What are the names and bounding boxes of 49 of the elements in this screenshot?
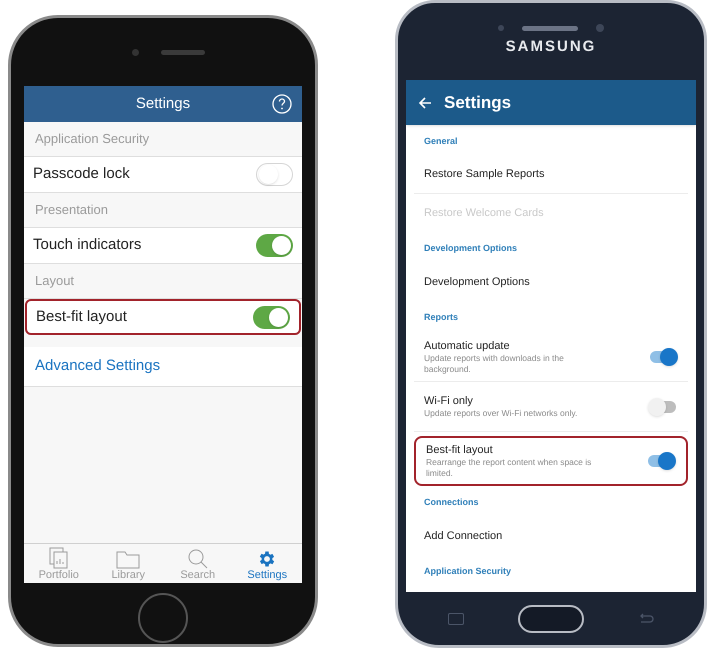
speaker-icon	[160, 50, 204, 54]
section-header: Layout	[35, 272, 74, 290]
setting-label: Automatic update	[424, 338, 511, 352]
toggle-switch[interactable]	[648, 346, 678, 366]
setting-row[interactable]: Automatic update Update reports with downloads in the background.	[414, 332, 688, 382]
section-header: Development Options	[424, 242, 518, 255]
toggle-switch[interactable]	[256, 163, 293, 186]
setting-row[interactable]: Touch indicators	[24, 228, 302, 264]
setting-row[interactable]: Best-fit layout Rearrange the report content when space is limited.	[414, 436, 688, 486]
section-header: Application Security	[424, 564, 512, 578]
setting-label: Touch indicators	[33, 235, 142, 256]
section-header: Presentation	[35, 201, 108, 220]
folder-icon	[116, 550, 140, 569]
setting-description: Update reports over Wi-Fi networks only.	[424, 408, 578, 419]
search-icon	[188, 549, 208, 569]
app-bar-title: Settings	[444, 92, 512, 114]
setting-label[interactable]: Add Connection	[424, 528, 502, 544]
section-header: Application Security	[35, 130, 150, 148]
setting-row[interactable]: Passcode lock	[24, 157, 302, 193]
speaker-icon	[522, 26, 578, 31]
setting-label: Best-fit layout	[426, 443, 494, 457]
setting-description: Rearrange the report content when space is limited.	[426, 457, 592, 479]
setting-row[interactable]: Best-fit layout	[25, 299, 301, 335]
section-header: General	[424, 134, 458, 148]
documents-icon	[48, 547, 69, 569]
camera-icon	[132, 48, 138, 56]
setting-label: Best-fit layout	[36, 306, 127, 327]
setting-label: Wi-Fi only	[424, 394, 474, 408]
recent-apps-icon[interactable]	[448, 612, 464, 624]
sensor-icon	[498, 25, 504, 32]
help-icon[interactable]	[272, 94, 292, 114]
toggle-switch[interactable]	[646, 451, 676, 471]
camera-icon	[596, 24, 604, 32]
home-button[interactable]	[518, 604, 584, 632]
setting-row[interactable]: Wi-Fi only Update reports over Wi-Fi networks only.	[414, 382, 688, 432]
header-title: Settings	[136, 94, 190, 114]
setting-label[interactable]: Restore Sample Reports	[424, 166, 544, 183]
back-arrow-icon[interactable]	[418, 96, 432, 110]
setting-label[interactable]: Development Options	[424, 274, 530, 290]
back-icon[interactable]	[638, 612, 654, 624]
toggle-switch[interactable]	[648, 396, 678, 416]
toggle-switch[interactable]	[253, 306, 290, 328]
section-header: Reports	[424, 310, 458, 324]
tab-bar-item[interactable]: Settings	[232, 544, 302, 583]
toggle-switch[interactable]	[256, 234, 293, 257]
section-header: Connections	[424, 496, 479, 508]
setting-label: Passcode lock	[33, 164, 130, 184]
brand-logo: SAMSUNG	[506, 37, 596, 58]
setting-description: Update reports with downloads in the background.	[424, 352, 565, 374]
